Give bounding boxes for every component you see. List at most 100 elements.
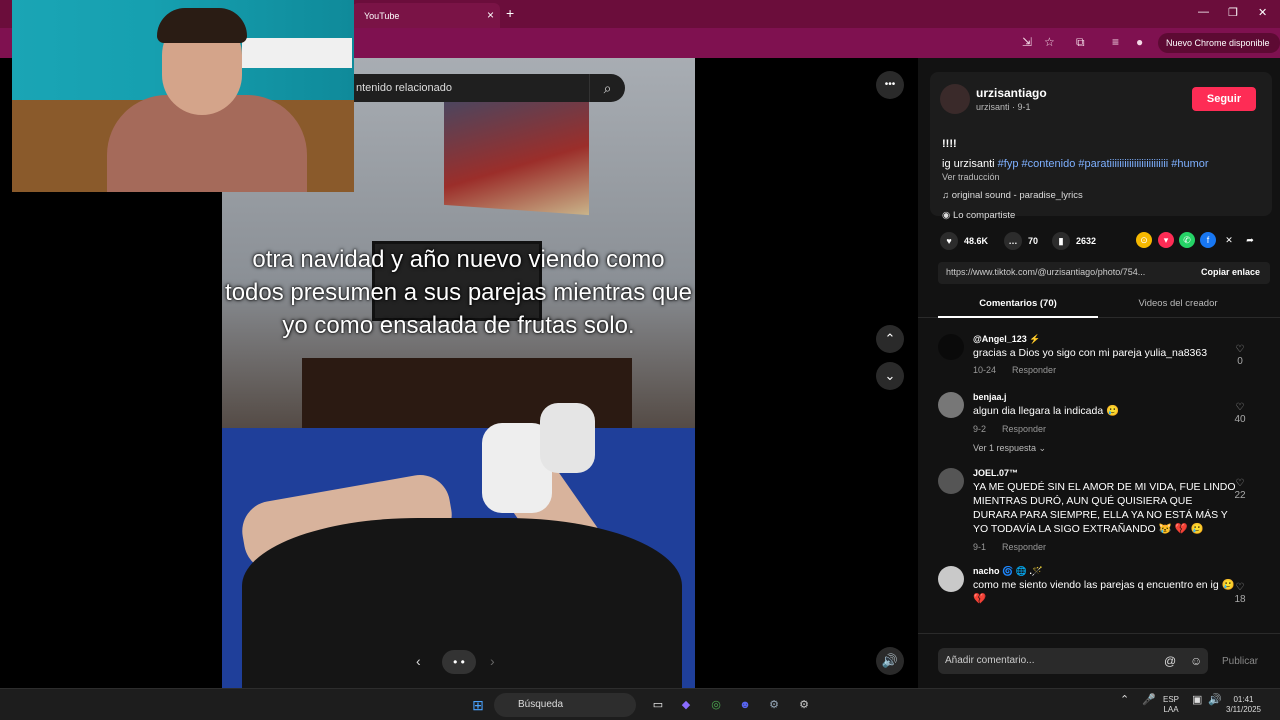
comment-avatar[interactable]	[938, 566, 964, 592]
air-conditioner-image	[242, 38, 352, 68]
details-panel: urzisantiago urzisanti · 9-1 Seguir !!!!…	[918, 58, 1280, 688]
view-replies-link[interactable]: Ver 1 respuesta ⌄	[973, 443, 1046, 454]
share-send-icon[interactable]: ▾	[1158, 232, 1174, 248]
comment-username[interactable]: nacho 🌀 🌐 .🪄	[973, 566, 1043, 577]
hashtags[interactable]: #fyp #contenido #paratiiiiiiiiiiiiiiiiii…	[998, 158, 1209, 170]
comment-username[interactable]: JOEL.07™	[973, 468, 1018, 478]
save-button[interactable]: ▮ 2632	[1052, 232, 1096, 250]
emoji-icon[interactable]: ☺	[1190, 648, 1202, 674]
comment-avatar[interactable]	[938, 392, 964, 418]
heart-outline-icon: ♡	[1235, 478, 1245, 489]
comment-avatar[interactable]	[938, 468, 964, 494]
tab-youtube[interactable]: YouTube ×	[352, 3, 500, 28]
comment-meta: 10-24 Responder	[973, 365, 1072, 375]
follow-button[interactable]: Seguir	[1192, 87, 1256, 111]
network-icon[interactable]: ▣	[1192, 695, 1202, 706]
facebook-icon[interactable]: f	[1200, 232, 1216, 248]
comment-meta: 9-1 Responder	[973, 542, 1062, 552]
chrome-icon[interactable]: ◎	[706, 695, 726, 715]
post-title: !!!!	[942, 138, 957, 150]
translate-link[interactable]: Ver traducción	[942, 172, 1000, 182]
sneaker-image	[540, 403, 595, 473]
search-icon[interactable]: ⌕	[589, 74, 625, 102]
music-note-icon: ♫	[942, 190, 950, 201]
author-subtitle: urzisanti · 9-1	[976, 102, 1031, 112]
taskbar-search[interactable]: Búsqueda	[494, 693, 636, 717]
tray-overflow-icon[interactable]: ⌃	[1120, 695, 1129, 706]
language-indicator[interactable]: ESP LAA	[1163, 695, 1179, 715]
copilot-icon[interactable]: ◆	[676, 695, 696, 715]
whatsapp-icon[interactable]: ✆	[1179, 232, 1195, 248]
chrome-update-button[interactable]: Nuevo Chrome disponible ⋮	[1158, 33, 1280, 68]
windows-start-icon[interactable]: ⊞	[468, 695, 488, 715]
comment-like[interactable]: ♡ 22	[1230, 478, 1250, 502]
install-app-icon[interactable]: ⇲	[1022, 35, 1032, 49]
search-input[interactable]: ntenido relacionado ⌕	[340, 74, 625, 102]
comment-avatar[interactable]	[938, 334, 964, 360]
extensions-icon[interactable]: ⧉	[1076, 35, 1085, 50]
comment-item: nacho 🌀 🌐 .🪄 como me siento viendo las p…	[938, 566, 1258, 626]
next-post-button[interactable]: ⌄	[876, 362, 904, 390]
comment-text: como me siento viendo las parejas q encu…	[973, 579, 1235, 605]
comment-like[interactable]: ♡ 0	[1230, 344, 1250, 368]
like-button[interactable]: ♥ 48.6K	[940, 232, 988, 250]
heart-outline-icon: ♡	[1235, 402, 1245, 413]
previous-post-button[interactable]: ⌃	[876, 325, 904, 353]
speaker-icon[interactable]: 🔊	[1208, 695, 1222, 706]
comment-date: 9-2	[973, 424, 987, 434]
slide-prev-button[interactable]: ‹	[416, 653, 421, 669]
copy-link-button[interactable]: Copiar enlace	[1201, 267, 1260, 277]
screen: YouTube × + — ❐ ✕ ⇲ ☆ ⧉ ≡ ● Nuevo Chrome…	[0, 0, 1280, 720]
comment-input-placeholder: Añadir comentario...	[945, 655, 1035, 666]
tab-creator-videos[interactable]: Videos del creador	[1098, 298, 1258, 309]
comment-username[interactable]: benjaa.j	[973, 392, 1007, 402]
heart-outline-icon: ♡	[1235, 582, 1245, 593]
comment-input[interactable]: Añadir comentario... @ ☺	[938, 648, 1208, 674]
reply-button[interactable]: Responder	[1002, 542, 1046, 552]
more-options-button[interactable]: •••	[876, 71, 904, 99]
share-coin-icon[interactable]: ⊙	[1136, 232, 1152, 248]
reading-list-icon[interactable]: ≡	[1112, 35, 1119, 49]
comment-username[interactable]: @Angel_123 ⚡	[973, 334, 1041, 345]
close-window-button[interactable]: ✕	[1258, 6, 1267, 19]
comment-icon: …	[1004, 232, 1022, 250]
comment-text: YA ME QUEDÉ SIN EL AMOR DE MI VIDA, FUE …	[973, 481, 1236, 535]
search-placeholder: ntenido relacionado	[356, 82, 453, 94]
photo-caption: otra navidad y año nuevo viendo como tod…	[225, 246, 692, 339]
discord-icon[interactable]: ☻	[735, 695, 755, 715]
share-arrow-icon[interactable]: ➦	[1242, 232, 1258, 248]
author-avatar[interactable]	[940, 84, 970, 114]
comment-date: 9-1	[973, 542, 987, 552]
webcam-overlay	[12, 0, 354, 192]
profile-avatar-icon[interactable]: ●	[1136, 35, 1143, 49]
reply-button[interactable]: Responder	[1002, 424, 1046, 434]
volume-icon[interactable]: 🔊	[876, 647, 904, 675]
publish-button[interactable]: Publicar	[1222, 656, 1258, 667]
comment-meta: 9-2 Responder	[973, 424, 1062, 434]
bookmark-star-icon[interactable]: ☆	[1044, 35, 1055, 49]
comment-like[interactable]: ♡ 18	[1230, 582, 1250, 606]
comment-item: @Angel_123 ⚡ gracias a Dios yo sigo con …	[938, 334, 1258, 378]
music-info[interactable]: ♫ original sound - paradise_lyrics	[942, 190, 1083, 201]
minimize-button[interactable]: —	[1198, 6, 1209, 18]
file-explorer-icon[interactable]: ▭	[648, 695, 668, 715]
slide-next-button[interactable]: ›	[490, 653, 495, 669]
wall-poster	[444, 82, 589, 216]
mention-icon[interactable]: @	[1164, 648, 1176, 674]
clock[interactable]: 01:41 3/11/2025	[1226, 695, 1261, 715]
steam-icon[interactable]: ⚙	[764, 695, 784, 715]
panel-tabs: Comentarios (70) Videos del creador	[918, 294, 1280, 318]
new-tab-button[interactable]: +	[506, 5, 514, 21]
comment-button[interactable]: … 70	[1004, 232, 1038, 250]
x-icon[interactable]: ✕	[1221, 232, 1237, 248]
reply-button[interactable]: Responder	[1012, 365, 1056, 375]
restore-button[interactable]: ❐	[1228, 6, 1238, 19]
comment-like[interactable]: ♡ 40	[1230, 402, 1250, 426]
author-username[interactable]: urzisantiago	[976, 86, 1047, 100]
post-description: ig urzisanti #fyp #contenido #paratiiiii…	[942, 158, 1209, 170]
post-url[interactable]: https://www.tiktok.com/@urzisantiago/pho…	[946, 267, 1171, 277]
microphone-icon[interactable]: 🎤	[1142, 695, 1156, 706]
tab-comments[interactable]: Comentarios (70)	[938, 298, 1098, 309]
tab-close-icon[interactable]: ×	[487, 8, 494, 22]
settings-icon[interactable]: ⚙	[794, 695, 814, 715]
